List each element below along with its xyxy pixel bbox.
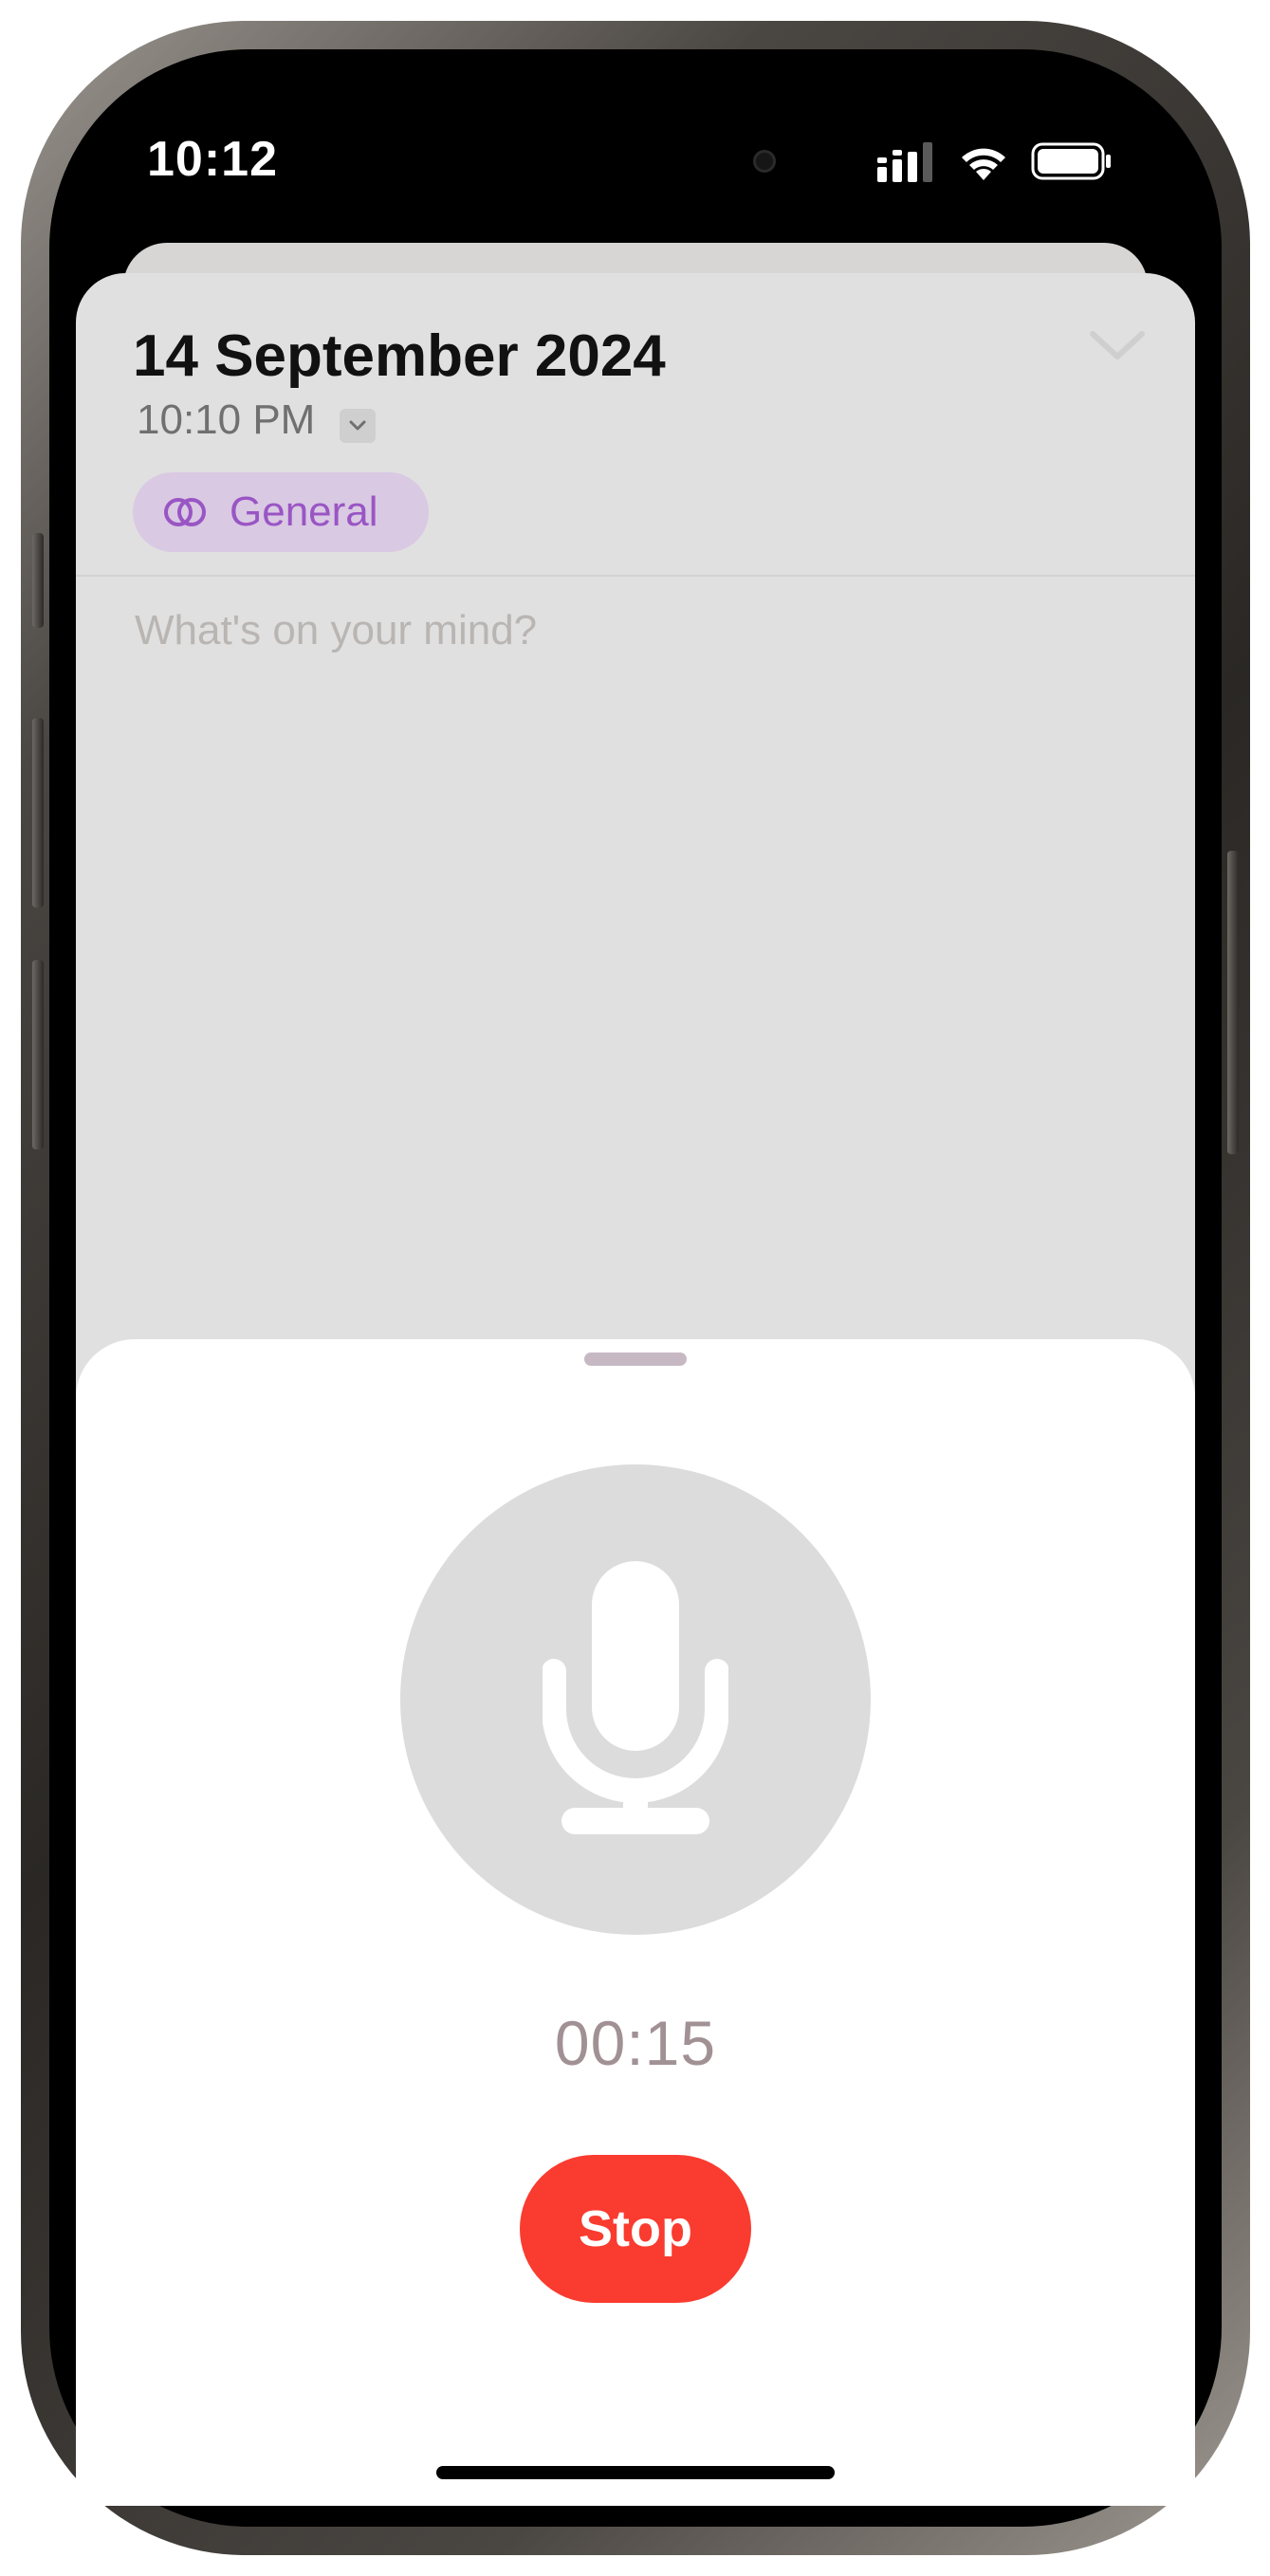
volume-down-button	[32, 960, 44, 1150]
cellular-signal-icon	[877, 142, 932, 182]
chevron-down-icon[interactable]	[1087, 326, 1148, 364]
divider	[76, 575, 1195, 577]
entry-text-input[interactable]: What's on your mind?	[135, 607, 537, 654]
entry-date[interactable]: 14 September 2024	[133, 322, 666, 390]
action-button	[32, 533, 44, 628]
microphone-button[interactable]	[400, 1464, 871, 1935]
home-indicator[interactable]	[436, 2466, 835, 2479]
wifi-icon	[962, 148, 1005, 180]
entry-sheet: 14 September 2024 10:10 PM General What'…	[76, 273, 1195, 1506]
status-time: 10:12	[147, 132, 278, 187]
category-pill[interactable]: General	[133, 472, 429, 552]
recording-timer: 00:15	[554, 2008, 717, 2078]
time-dropdown-button[interactable]	[340, 409, 376, 443]
toggle-circles-icon	[164, 498, 206, 526]
volume-up-button	[32, 718, 44, 908]
microphone-icon	[543, 1561, 728, 1834]
front-camera	[753, 150, 776, 173]
entry-time[interactable]: 10:10 PM	[137, 396, 315, 444]
stop-button[interactable]: Stop	[520, 2155, 751, 2303]
recording-sheet: 00:15 Stop	[76, 1339, 1195, 2506]
status-icons	[877, 138, 1113, 185]
sheet-grabber[interactable]	[584, 1352, 687, 1366]
battery-icon	[1031, 142, 1111, 180]
chevron-down-icon	[349, 420, 366, 431]
category-label: General	[230, 488, 378, 535]
power-button	[1227, 851, 1239, 1154]
